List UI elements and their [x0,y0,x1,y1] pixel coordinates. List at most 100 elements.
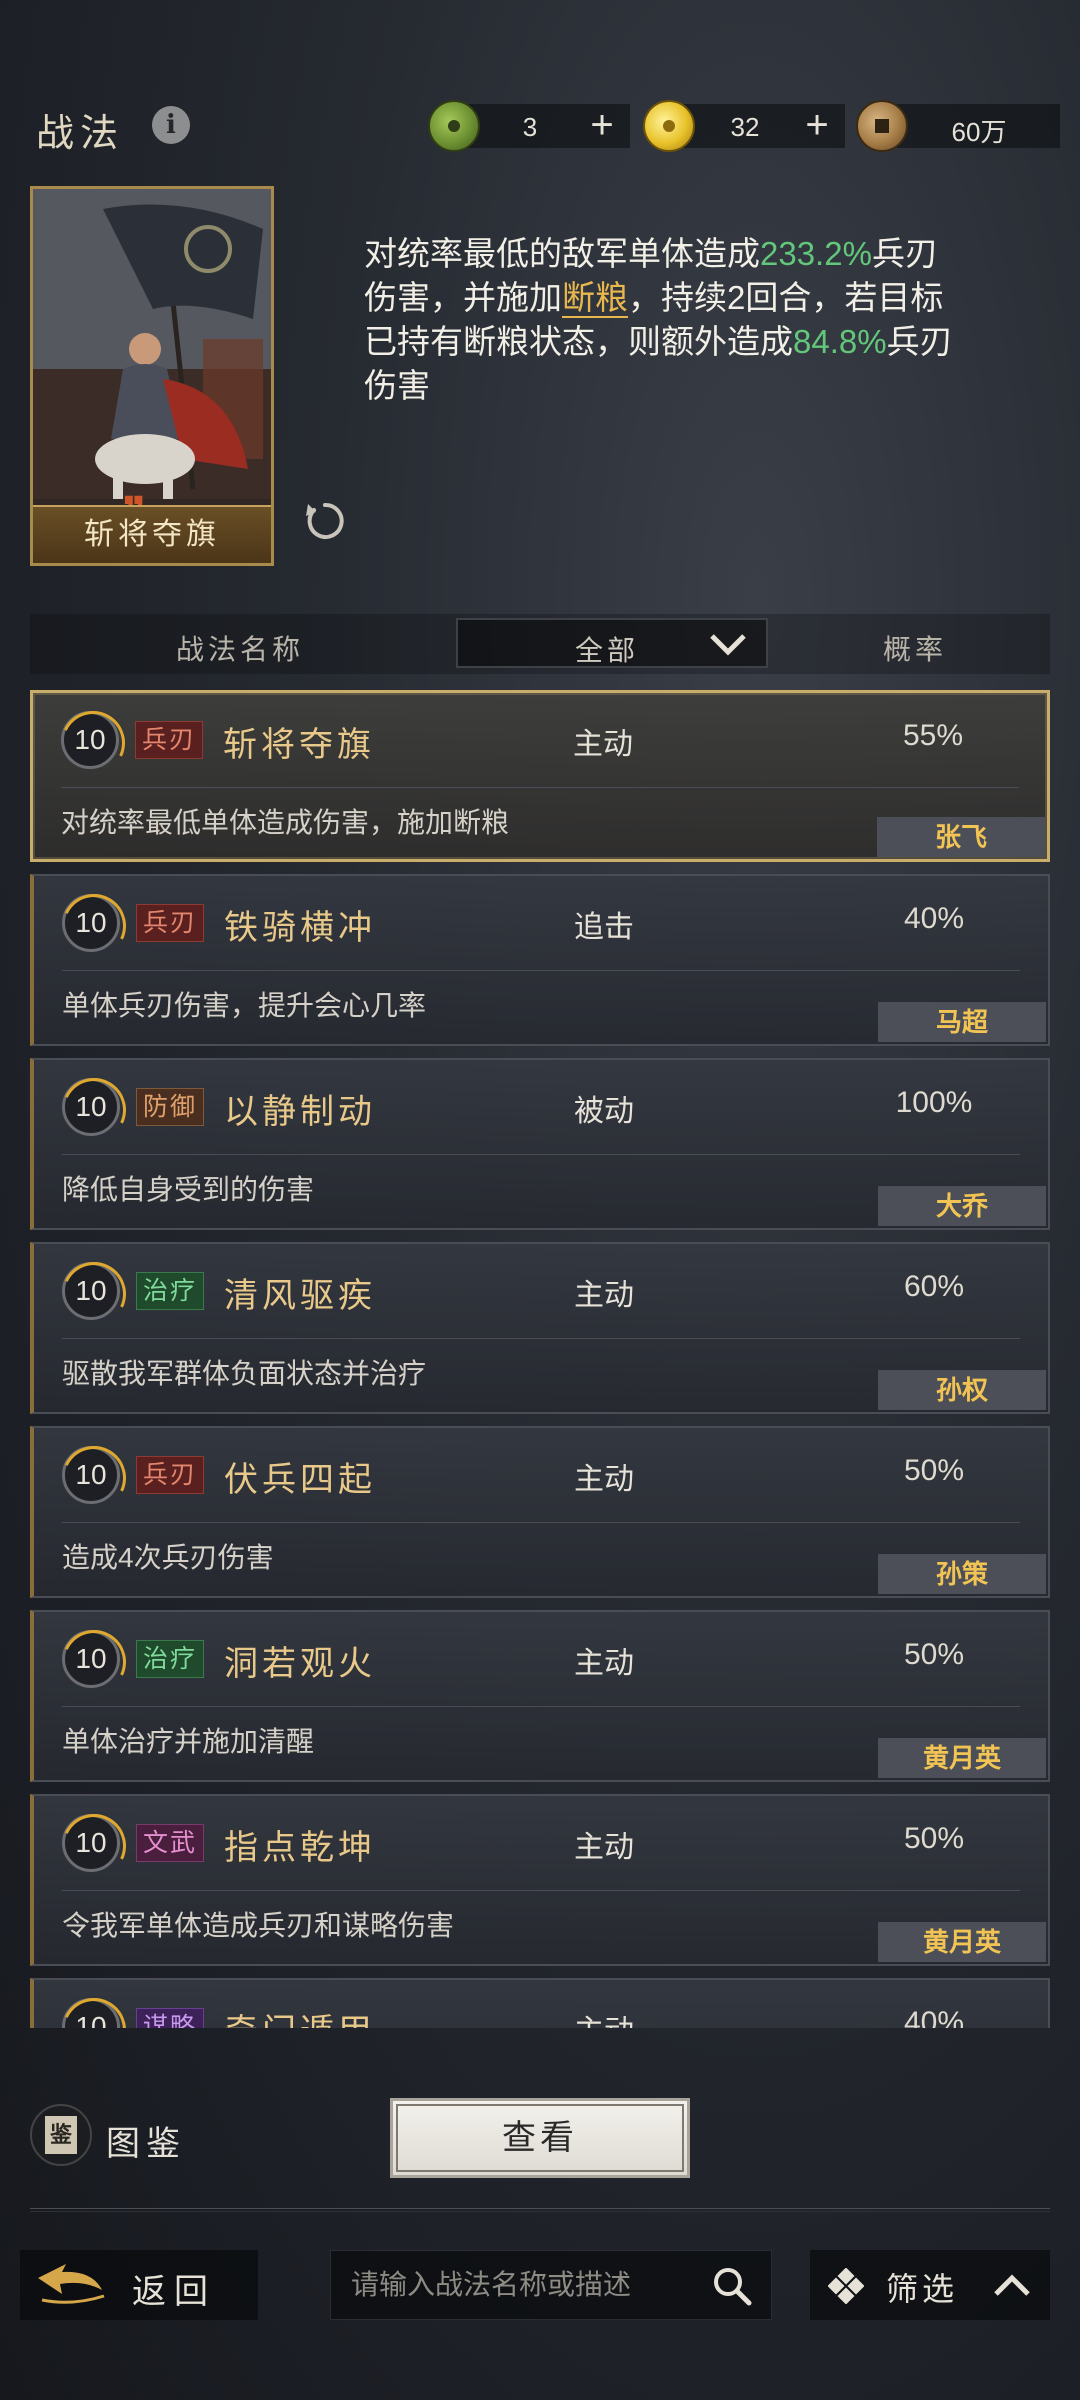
skill-level-ring: 10 [62,894,120,952]
skill-owner-badge: 黄月英 [878,1922,1046,1962]
top-bar: 战法 i 3 + 32 + 60万 [0,90,1080,160]
skill-rate: 100% [895,1086,973,1119]
skill-name: 指点乾坤 [224,1828,376,1868]
skill-description: 造成4次兵刃伤害 [62,1542,274,1573]
search-icon[interactable] [711,2265,753,2307]
desc-extra-damage-rate: 84.8% [793,323,887,360]
skill-type: 被动 [574,1095,634,1128]
skill-type: 主动 [574,1279,634,1312]
copper-amount: 60万 [951,117,1007,147]
search-input[interactable] [351,2251,691,2319]
skill-rate: 50% [903,1822,965,1855]
skill-name: 伏兵四起 [224,1460,376,1500]
desc-damage-rate: 233.2% [760,235,872,272]
row-divider [61,787,1019,788]
back-arrow-icon [38,2264,105,2304]
featured-skill-description: 对统率最低的敌军单体造成233.2%兵刃伤害，并施加断粮，持续2回合，若目标已持… [364,232,964,408]
skill-owner-badge: 大乔 [878,1186,1046,1226]
skill-category-tag: 治疗 [136,1272,205,1310]
row-divider [62,1338,1020,1339]
skill-category-tag: 文武 [136,1824,205,1862]
filter-diamond-icon [828,2268,864,2304]
skill-level-ring: 10 [62,1998,120,2028]
skill-type: 主动 [573,728,633,761]
skill-category-tag: 谋略 [136,2008,205,2028]
skill-level-ring: 10 [62,1814,120,1872]
skill-description: 单体兵刃伤害，提升会心几率 [62,990,427,1021]
type-filter-dropdown[interactable]: 全部 [456,618,768,668]
skill-level: 10 [75,1643,107,1674]
skill-type: 主动 [574,1463,634,1496]
skill-name: 清风驱疾 [224,1276,376,1316]
skill-rate: 50% [903,1454,965,1487]
skill-row[interactable]: 10 防御 以静制动 被动 100% 降低自身受到的伤害 大乔 [30,1058,1050,1230]
add-jade-button[interactable]: + [582,104,622,148]
filter-selected-value: 全部 [574,634,639,667]
info-icon[interactable]: i [152,106,190,144]
skill-row[interactable]: 10 治疗 洞若观火 主动 50% 单体治疗并施加清醒 黄月英 [30,1610,1050,1782]
skill-level-ring: 10 [62,1262,120,1320]
chevron-up-icon [994,2274,1030,2296]
skill-level: 10 [75,1827,107,1858]
skill-category-tag: 兵刃 [136,904,205,942]
skill-category-tag: 兵刃 [136,1456,205,1494]
featured-name-bar: 斩将夺旗 [33,505,271,563]
filter-button[interactable]: 筛选 [810,2250,1050,2320]
skill-row[interactable]: 10 兵刃 伏兵四起 主动 50% 造成4次兵刃伤害 孙策 [30,1426,1050,1598]
refresh-icon[interactable] [300,496,350,546]
skill-category-tag: 防御 [136,1088,205,1126]
skill-level: 10 [75,2011,107,2028]
column-rate: 概率 [882,633,947,666]
skill-row[interactable]: 10 兵刃 斩将夺旗 主动 55% 对统率最低单体造成伤害，施加断粮 张飞 [30,690,1050,862]
jade-amount: 3 [522,112,538,142]
skill-level: 10 [75,907,107,938]
skill-name: 奇门遁甲 [224,2004,376,2028]
skill-name: 铁骑横冲 [224,908,376,948]
skill-owner-badge: 孙权 [878,1370,1046,1410]
back-button[interactable]: 返回 [20,2250,258,2320]
skill-level: 10 [74,724,106,755]
row-divider [62,970,1020,971]
desc-part: 对统率最低的敌军单体造成 [364,235,760,272]
skill-row[interactable]: 10 谋略 奇门遁甲 主动 40% [30,1978,1050,2028]
skill-description: 对统率最低单体造成伤害，施加断粮 [61,807,510,838]
search-box [330,2250,772,2320]
skill-row[interactable]: 10 治疗 清风驱疾 主动 60% 驱散我军群体负面状态并治疗 孙权 [30,1242,1050,1414]
skill-level-ring: 10 [62,1630,120,1688]
back-label: 返回 [132,2272,216,2312]
row-divider [62,1522,1020,1523]
skill-owner-badge: 黄月英 [878,1738,1046,1778]
featured-skill-name: 斩将夺旗 [84,517,220,552]
add-gold-button[interactable]: + [797,104,837,148]
featured-skill-card[interactable]: ,, 斩将夺旗 [30,186,274,566]
gold-coin-icon [643,100,695,152]
skill-rate: 40% [903,2006,965,2028]
skill-level-ring: 10 [62,1446,120,1504]
view-button[interactable]: 查看 [390,2098,690,2178]
skill-level: 10 [75,1275,107,1306]
divider [30,2208,1050,2212]
skill-row[interactable]: 10 文武 指点乾坤 主动 50% 令我军单体造成兵刃和谋略伤害 黄月英 [30,1794,1050,1966]
skill-rate: 55% [902,719,964,752]
skill-description: 令我军单体造成兵刃和谋略伤害 [62,1910,455,1941]
desc-status-link[interactable]: 断粮 [562,279,628,318]
skill-list[interactable]: 10 兵刃 斩将夺旗 主动 55% 对统率最低单体造成伤害，施加断粮 张飞 10… [30,690,1052,2028]
resource-gold: 32 + [643,100,845,152]
filter-label: 筛选 [886,2271,959,2307]
skill-rate: 50% [903,1638,965,1671]
skill-type: 主动 [574,1831,634,1864]
codex-book-icon: 鉴 [30,2104,92,2166]
skill-row[interactable]: 10 兵刃 铁骑横冲 追击 40% 单体兵刃伤害，提升会心几率 马超 [30,874,1050,1046]
skill-level-ring: 10 [62,1078,120,1136]
skill-level-ring: 10 [61,711,119,769]
chevron-down-icon [710,634,746,656]
skill-description: 驱散我军群体负面状态并治疗 [62,1358,427,1389]
codex-label: 图鉴 [106,2124,186,2164]
skill-name: 洞若观火 [224,1644,376,1684]
gold-amount: 32 [730,112,760,142]
skill-type: 主动 [574,1647,634,1680]
row-divider [62,1154,1020,1155]
row-divider [62,1706,1020,1707]
skill-owner-badge: 马超 [878,1002,1046,1042]
skill-owner-badge: 张飞 [877,817,1045,857]
